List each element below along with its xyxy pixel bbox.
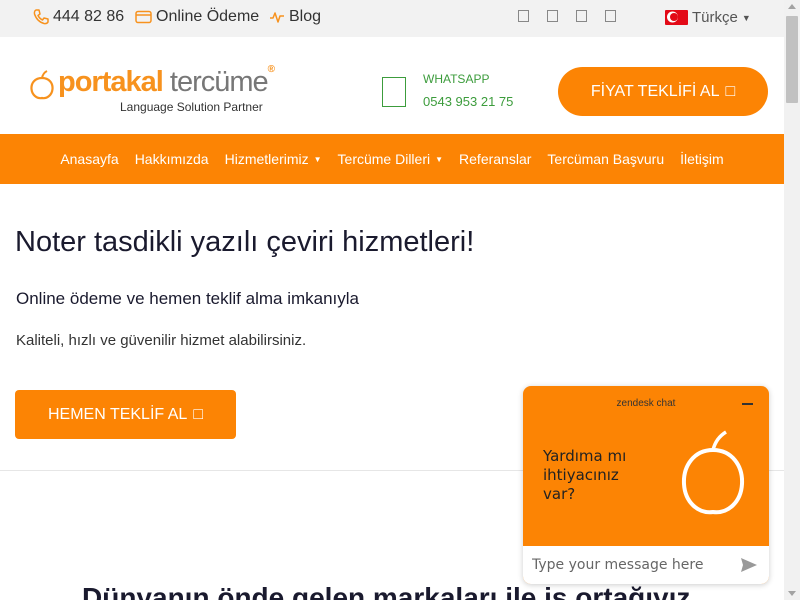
nav-item-anasayfa[interactable]: Anasayfa	[60, 151, 118, 167]
orange-logo-icon	[30, 70, 54, 100]
get-quote-button[interactable]: FİYAT TEKLİFİ AL □	[558, 67, 768, 116]
phone-icon	[33, 9, 49, 25]
partners-heading: Dünyanın önde gelen markaları ile iş ort…	[82, 582, 691, 600]
chevron-down-icon: ▼	[741, 12, 751, 23]
send-icon[interactable]	[741, 558, 757, 572]
get-quote-now-label: HEMEN TEKLİF AL	[48, 405, 188, 423]
chevron-down-icon: ▼	[435, 154, 444, 164]
nav-label: Hakkımızda	[134, 151, 209, 167]
social-links	[518, 10, 616, 22]
nav-item-tercuman-basvuru[interactable]: Tercüman Başvuru	[547, 151, 664, 167]
quote-icon: □	[193, 405, 203, 423]
scroll-up-arrow-icon[interactable]	[788, 4, 796, 9]
get-quote-label: FİYAT TEKLİFİ AL	[590, 82, 720, 100]
site-header: portakal tercüme® Language Solution Part…	[0, 37, 784, 134]
turkey-flag-icon	[665, 10, 688, 25]
blog-link[interactable]: Blog	[269, 8, 321, 26]
top-bar: 444 82 86 Online Ödeme Blog Türkçe ▼	[0, 0, 784, 37]
phone-link[interactable]: 444 82 86	[33, 8, 124, 26]
nav-label: Hizmetlerimiz	[224, 151, 309, 167]
nav-label: Referanslar	[459, 151, 532, 167]
language-selector[interactable]: Türkçe ▼	[665, 9, 751, 26]
scroll-down-arrow-icon[interactable]	[788, 591, 796, 596]
nav-item-tercume-dilleri[interactable]: Tercüme Dilleri ▼	[338, 151, 444, 167]
whatsapp-label: WHATSAPP	[423, 72, 490, 86]
logo-wordmark: portakal tercüme®	[58, 64, 275, 99]
hero-title: Noter tasdikli yazılı çeviri hizmetleri!	[15, 226, 475, 258]
get-quote-now-button[interactable]: HEMEN TEKLİF AL □	[15, 390, 236, 439]
nav-item-referanslar[interactable]: Referanslar	[459, 151, 531, 167]
credit-card-icon	[135, 10, 152, 24]
online-payment-label: Online Ödeme	[156, 8, 260, 25]
nav-item-hizmetlerimiz[interactable]: Hizmetlerimiz ▼	[225, 151, 322, 167]
chevron-down-icon: ▼	[313, 154, 322, 164]
online-payment-link[interactable]: Online Ödeme	[135, 8, 259, 26]
chat-widget[interactable]: zendesk chat Yardıma mı ihtiyacınız var?	[523, 386, 769, 584]
social-icon-2[interactable]	[547, 10, 558, 22]
logo-tagline: Language Solution Partner	[120, 100, 263, 114]
logo-part2: tercüme	[169, 66, 269, 98]
chat-greeting: Yardıma mı ihtiyacınız var?	[543, 447, 627, 503]
chat-input-area	[523, 546, 769, 584]
phone-number: 444 82 86	[53, 8, 125, 25]
hero-subtitle: Online ödeme ve hemen teklif alma imkanı…	[16, 289, 359, 308]
nav-label: İletişim	[680, 151, 724, 167]
logo[interactable]: portakal tercüme® Language Solution Part…	[30, 64, 280, 117]
social-icon-1[interactable]	[518, 10, 529, 22]
language-label: Türkçe	[692, 9, 738, 26]
blog-label: Blog	[289, 8, 322, 25]
nav-item-iletisim[interactable]: İletişim	[680, 151, 724, 167]
hero-text: Kaliteli, hızlı ve güvenilir hizmet alab…	[16, 332, 307, 349]
minimize-icon[interactable]	[742, 403, 753, 405]
nav-label: Tercüman Başvuru	[547, 151, 665, 167]
pulse-icon	[270, 12, 284, 23]
logo-part1: portakal	[58, 66, 164, 98]
nav-item-hakkimizda[interactable]: Hakkımızda	[135, 151, 209, 167]
whatsapp-number[interactable]: 0543 953 21 75	[423, 94, 513, 109]
quote-icon: □	[725, 82, 736, 100]
orange-logo-icon	[681, 430, 745, 515]
scrollbar-thumb[interactable]	[786, 16, 798, 103]
nav-label: Tercüme Dilleri	[337, 151, 431, 167]
nav-label: Anasayfa	[60, 151, 119, 167]
main-nav: Anasayfa Hakkımızda Hizmetlerimiz ▼ Tercü…	[0, 134, 784, 184]
chat-message-input[interactable]	[532, 555, 732, 575]
page-scrollbar[interactable]	[784, 0, 800, 600]
social-icon-4[interactable]	[605, 10, 616, 22]
registered-mark: ®	[267, 64, 275, 75]
social-icon-3[interactable]	[576, 10, 587, 22]
chat-brand: zendesk chat	[616, 398, 676, 409]
whatsapp-icon[interactable]	[382, 77, 406, 107]
